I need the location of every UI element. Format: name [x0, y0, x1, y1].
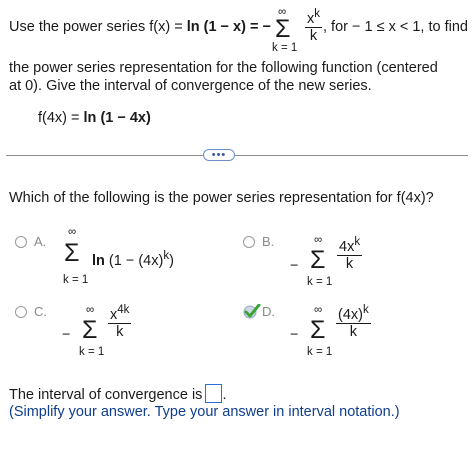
- option-b-sum-bottom: k = 1: [307, 276, 333, 288]
- option-b-sum-top: ∞: [314, 234, 323, 246]
- intro-line-2: the power series representation for the …: [9, 60, 438, 76]
- option-d-fraction: (4x)k k: [336, 304, 371, 340]
- section-divider: [6, 155, 468, 156]
- expand-button[interactable]: •••: [203, 149, 235, 161]
- option-d-sum-bottom: k = 1: [307, 346, 333, 358]
- option-d-minus: −: [290, 327, 299, 343]
- option-b-minus: −: [290, 258, 299, 274]
- option-a[interactable]: A. ∞ Σ k = 1 ln (1 − (4x)k): [12, 226, 222, 290]
- option-b-den: k: [345, 255, 354, 272]
- given-function-body: ln (1 − 4x): [83, 110, 151, 126]
- intro-line-3: at 0). Give the interval of convergence …: [9, 78, 372, 94]
- option-a-label: A.: [34, 234, 47, 249]
- intro-suffix: , for − 1 ≤ x < 1, to find: [323, 19, 468, 35]
- option-a-ln: ln: [92, 252, 105, 269]
- option-d-sigma: Σ: [310, 316, 326, 344]
- option-c-fraction: x4k k: [108, 304, 132, 340]
- option-c-sigma: Σ: [82, 316, 98, 344]
- option-d[interactable]: D. − ∞ Σ k = 1 (4x)k k: [240, 300, 440, 364]
- intro-frac-den: k: [309, 27, 318, 44]
- intro-frac-sup: k: [314, 8, 320, 20]
- option-a-radio[interactable]: [15, 236, 27, 248]
- option-b-sigma: Σ: [310, 246, 326, 274]
- given-function: f(4x) = ln (1 − 4x): [38, 110, 151, 126]
- option-c-radio[interactable]: [15, 306, 27, 318]
- option-c[interactable]: C. − ∞ Σ k = 1 x4k k: [12, 300, 222, 364]
- option-c-sum-bottom: k = 1: [79, 346, 105, 358]
- intro-prefix: Use the power series f(x) =: [9, 19, 187, 35]
- option-b-label: B.: [262, 234, 275, 249]
- option-b[interactable]: B. − ∞ Σ k = 1 4xk k: [240, 226, 440, 290]
- option-b-num-sup: k: [354, 236, 361, 248]
- interval-period: .: [222, 387, 227, 403]
- option-c-num-sup: 4k: [117, 304, 130, 316]
- option-a-sum-top: ∞: [68, 226, 77, 238]
- option-c-label: C.: [34, 304, 47, 319]
- option-d-den: k: [349, 323, 357, 340]
- option-c-minus: −: [62, 327, 71, 343]
- intro-fraction: xk k: [305, 8, 322, 44]
- intro-sum-bottom: k = 1: [272, 42, 298, 54]
- option-d-sum-top: ∞: [314, 304, 323, 316]
- option-d-num-sup: k: [362, 304, 369, 316]
- option-d-num: (4x): [338, 306, 363, 323]
- interval-prompt-line: The interval of convergence is.: [9, 384, 226, 403]
- option-c-den: k: [116, 323, 124, 340]
- intro-sigma: Σ: [275, 15, 291, 43]
- option-d-label: D.: [262, 304, 275, 319]
- interval-prompt: The interval of convergence is: [9, 387, 203, 403]
- option-a-sigma: Σ: [64, 239, 80, 267]
- interval-answer-input[interactable]: [205, 384, 223, 403]
- given-function-prefix: f(4x) =: [38, 110, 84, 126]
- option-b-radio[interactable]: [243, 236, 255, 248]
- option-a-close: ): [169, 252, 174, 269]
- option-d-radio[interactable]: [243, 303, 261, 320]
- option-b-num: 4x: [339, 238, 355, 255]
- question-text: Which of the following is the power seri…: [9, 190, 434, 206]
- checkmark-icon: [243, 303, 261, 319]
- intro-line-1: Use the power series f(x) = ln (1 − x) =…: [9, 6, 471, 54]
- intro-function: ln (1 − x) = −: [186, 19, 271, 35]
- option-b-fraction: 4xk k: [337, 236, 363, 272]
- option-a-open: (1 − (4x): [108, 252, 164, 269]
- option-c-sum-top: ∞: [86, 304, 95, 316]
- option-a-sum-bottom: k = 1: [63, 274, 89, 286]
- interval-hint: (Simplify your answer. Type your answer …: [9, 404, 400, 420]
- option-a-term: ln (1 − (4x)k): [92, 250, 174, 269]
